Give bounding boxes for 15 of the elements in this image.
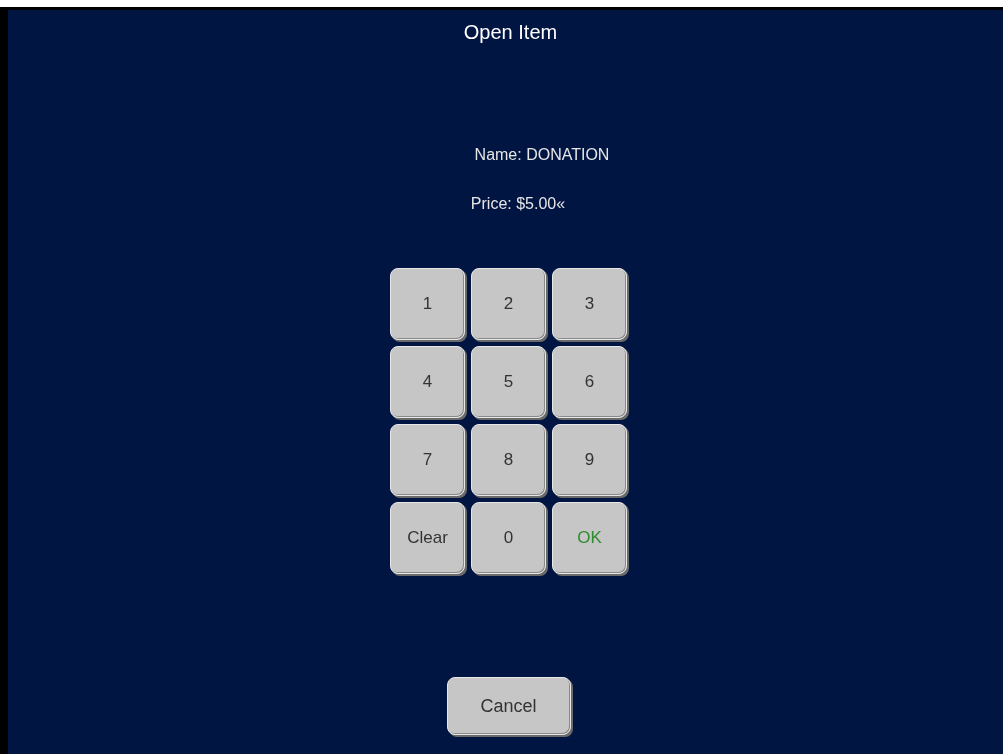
- keypad-button[interactable]: 5: [471, 346, 546, 418]
- keypad-button[interactable]: 1: [390, 268, 465, 340]
- keypad-button[interactable]: 4: [390, 346, 465, 418]
- keypad-button[interactable]: 7: [390, 424, 465, 496]
- dialog-title: Open Item: [463, 20, 558, 44]
- keypad-button[interactable]: 2: [471, 268, 546, 340]
- item-name: Name: DONATION: [474, 145, 610, 165]
- item-price: Price: $5.00«: [470, 194, 566, 214]
- cancel-button[interactable]: Cancel: [446, 677, 571, 735]
- keypad-button[interactable]: 3: [552, 268, 627, 340]
- keypad-button[interactable]: 9: [552, 424, 627, 496]
- keypad-button[interactable]: 8: [471, 424, 546, 496]
- keypad-button[interactable]: Clear: [390, 502, 465, 574]
- keypad-button[interactable]: 0: [471, 502, 546, 574]
- keypad-button[interactable]: 6: [552, 346, 627, 418]
